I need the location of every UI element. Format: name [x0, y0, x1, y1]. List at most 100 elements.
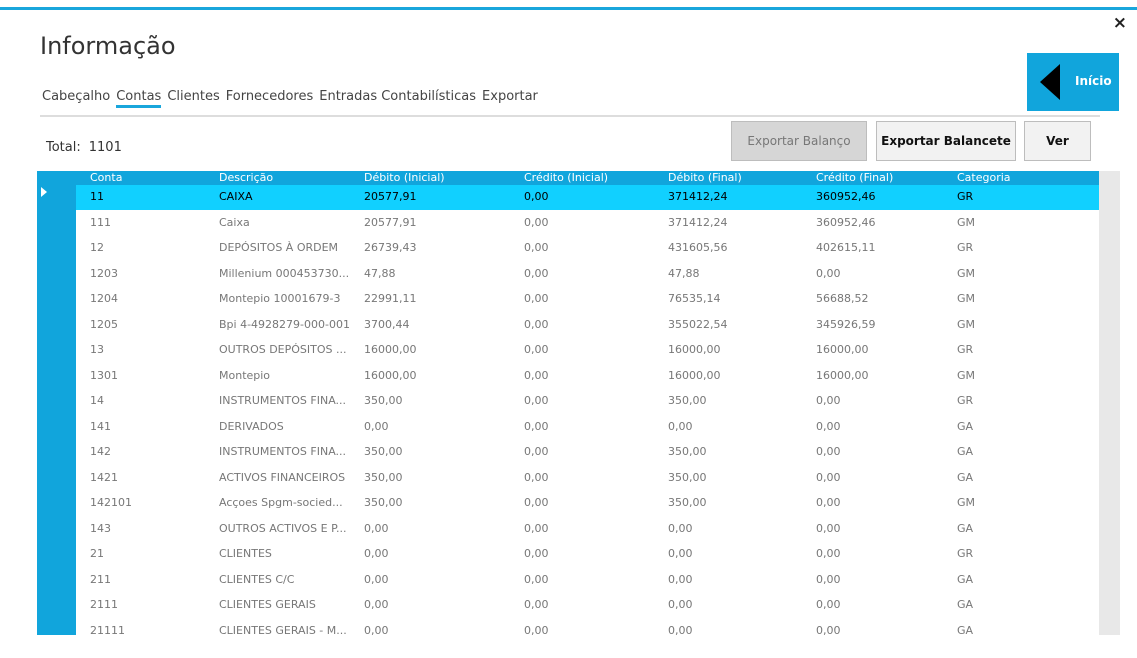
header-col-credito-inicial[interactable]: Crédito (Inicial)	[524, 171, 608, 185]
table-row[interactable]: 14 INSTRUMENTOS FINA... 350,00 0,00 350,00 0,…	[76, 389, 1099, 414]
cell-conta: 12	[90, 241, 104, 254]
cell-descricao: DERIVADOS	[219, 419, 284, 433]
inicio-button[interactable]: Início	[1027, 53, 1119, 111]
cell-conta: 11	[90, 190, 104, 203]
cell-categoria: GR	[957, 394, 974, 407]
header-col-descricao[interactable]: Descrição	[219, 171, 273, 185]
cell-credito-final: 0,00	[816, 496, 841, 509]
cell-credito-inicial: 0,00	[524, 419, 549, 433]
cell-debito-final: 350,00	[668, 394, 707, 407]
vertical-scrollbar[interactable]	[1099, 171, 1120, 635]
cell-debito-inicial: 3700,44	[364, 317, 410, 331]
cell-debito-inicial: 16000,00	[364, 343, 417, 356]
cell-debito-final: 350,00	[668, 496, 707, 509]
tab-entradas-contabilisticas[interactable]: Entradas Contabilísticas	[319, 89, 476, 108]
cell-credito-final: 345926,59	[816, 317, 876, 331]
cell-credito-final: 360952,46	[816, 215, 876, 229]
cell-debito-inicial: 350,00	[364, 394, 403, 407]
close-icon[interactable]: ×	[1113, 13, 1127, 33]
cell-categoria: GA	[957, 521, 974, 535]
tab-fornecedores[interactable]: Fornecedores	[226, 89, 314, 108]
cell-credito-inicial: 0,00	[524, 317, 549, 331]
selected-row-marker-icon	[41, 187, 47, 197]
table-row[interactable]: 211 CLIENTES C/C 0,00 0,00 0,00 0,00 GA	[76, 568, 1099, 593]
cell-credito-final: 0,00	[816, 266, 841, 280]
exportar-balanco-button[interactable]: Exportar Balanço	[731, 121, 867, 161]
cell-debito-final: 0,00	[668, 598, 693, 611]
cell-categoria: GM	[957, 292, 976, 305]
cell-debito-inicial: 20577,91	[364, 215, 417, 229]
header-col-conta[interactable]: Conta	[90, 171, 122, 185]
table-row[interactable]: 1421 ACTIVOS FINANCEIROS 350,00 0,00 350,00 0…	[76, 466, 1099, 491]
cell-debito-final: 431605,56	[668, 241, 728, 254]
cell-credito-final: 16000,00	[816, 343, 869, 356]
cell-conta: 21	[90, 547, 104, 560]
table-row[interactable]: 13 OUTROS DEPÓSITOS ... 16000,00 0,00 16000,…	[76, 338, 1099, 363]
cell-debito-inicial: 0,00	[364, 598, 389, 611]
accounts-table[interactable]: Conta Descrição Débito (Inicial) Crédito (I…	[37, 171, 1120, 635]
table-row[interactable]: 21 CLIENTES 0,00 0,00 0,00 0,00 GR	[76, 542, 1099, 567]
cell-credito-final: 0,00	[816, 547, 841, 560]
table-row[interactable]: 141 DERIVADOS 0,00 0,00 0,00 0,00 GA	[76, 415, 1099, 440]
cell-descricao: Caixa	[219, 215, 250, 229]
cell-credito-inicial: 0,00	[524, 368, 549, 382]
cell-categoria: GA	[957, 598, 974, 611]
ver-button[interactable]: Ver	[1024, 121, 1091, 161]
cell-debito-inicial: 0,00	[364, 572, 389, 586]
cell-descricao: CLIENTES C/C	[219, 572, 295, 586]
cell-conta: 13	[90, 343, 104, 356]
cell-categoria: GM	[957, 368, 976, 382]
cell-credito-final: 0,00	[816, 470, 841, 484]
cell-credito-final: 0,00	[816, 521, 841, 535]
header-col-categoria[interactable]: Categoria	[957, 171, 1011, 185]
table-row[interactable]: 12 DEPÓSITOS À ORDEM 26739,43 0,00 431605,56…	[76, 236, 1099, 261]
cell-credito-inicial: 0,00	[524, 598, 549, 611]
table-row[interactable]: 111 Caixa 20577,91 0,00 371412,24 360952,46 GM	[76, 211, 1099, 236]
cell-credito-inicial: 0,00	[524, 215, 549, 229]
cell-debito-inicial: 0,00	[364, 623, 389, 636]
cell-credito-final: 0,00	[816, 419, 841, 433]
tab-bar: Cabeçalho Contas Clientes Fornecedores E…	[42, 89, 544, 108]
table-row[interactable]: 143 OUTROS ACTIVOS E P... 0,00 0,00 0,00 0,00…	[76, 517, 1099, 542]
table-row[interactable]: 142 INSTRUMENTOS FINA... 350,00 0,00 350,00 0…	[76, 440, 1099, 465]
cell-debito-inicial: 0,00	[364, 547, 389, 560]
cell-debito-inicial: 20577,91	[364, 190, 417, 203]
table-row[interactable]: 1301 Montepio 16000,00 0,00 16000,00 16000,00…	[76, 364, 1099, 389]
table-row[interactable]: 21111 CLIENTES GERAIS - M... 0,00 0,00 0,00 0…	[76, 619, 1099, 636]
exportar-balancete-button[interactable]: Exportar Balancete	[876, 121, 1016, 161]
tab-exportar[interactable]: Exportar	[482, 89, 538, 108]
table-row[interactable]: 2111 CLIENTES GERAIS 0,00 0,00 0,00 0,00 GA	[76, 593, 1099, 618]
cell-credito-inicial: 0,00	[524, 572, 549, 586]
cell-debito-final: 355022,54	[668, 317, 728, 331]
top-bar	[0, 0, 1137, 10]
cell-descricao: Montepio 10001679-3	[219, 292, 341, 305]
table-row[interactable]: 1203 Millenium 000453730... 47,88 0,00 47,88…	[76, 262, 1099, 287]
header-col-credito-final[interactable]: Crédito (Final)	[816, 171, 893, 185]
cell-credito-inicial: 0,00	[524, 547, 549, 560]
table-row[interactable]: 142101 Acçoes Spgm-socied... 350,00 0,00 350…	[76, 491, 1099, 516]
tab-contas[interactable]: Contas	[116, 89, 162, 108]
cell-descricao: INSTRUMENTOS FINA...	[219, 445, 347, 458]
cell-credito-inicial: 0,00	[524, 241, 549, 254]
cell-conta: 211	[90, 572, 111, 586]
table-row[interactable]: 1204 Montepio 10001679-3 22991,11 0,00 76535…	[76, 287, 1099, 312]
cell-debito-inicial: 350,00	[364, 496, 403, 509]
cell-categoria: GM	[957, 215, 976, 229]
cell-credito-final: 56688,52	[816, 292, 869, 305]
cell-credito-inicial: 0,00	[524, 521, 549, 535]
cell-conta: 1421	[90, 470, 118, 484]
cell-debito-inicial: 0,00	[364, 521, 389, 535]
tab-clientes[interactable]: Clientes	[167, 89, 219, 108]
back-arrow-icon	[1040, 64, 1060, 100]
cell-credito-final: 0,00	[816, 394, 841, 407]
tab-cabecalho[interactable]: Cabeçalho	[42, 89, 110, 108]
header-col-debito-final[interactable]: Débito (Final)	[668, 171, 742, 185]
cell-descricao: ACTIVOS FINANCEIROS	[219, 470, 346, 484]
table-row[interactable]: 11 CAIXA 20577,91 0,00 371412,24 360952,46 GR	[76, 185, 1099, 210]
cell-credito-final: 16000,00	[816, 368, 869, 382]
total-value: 1101	[88, 140, 122, 155]
row-header-column[interactable]	[37, 171, 76, 635]
cell-conta: 111	[90, 215, 111, 229]
table-row[interactable]: 1205 Bpi 4-4928279-000-001 3700,44 0,00 3550…	[76, 313, 1099, 338]
header-col-debito-inicial[interactable]: Débito (Inicial)	[364, 171, 445, 185]
